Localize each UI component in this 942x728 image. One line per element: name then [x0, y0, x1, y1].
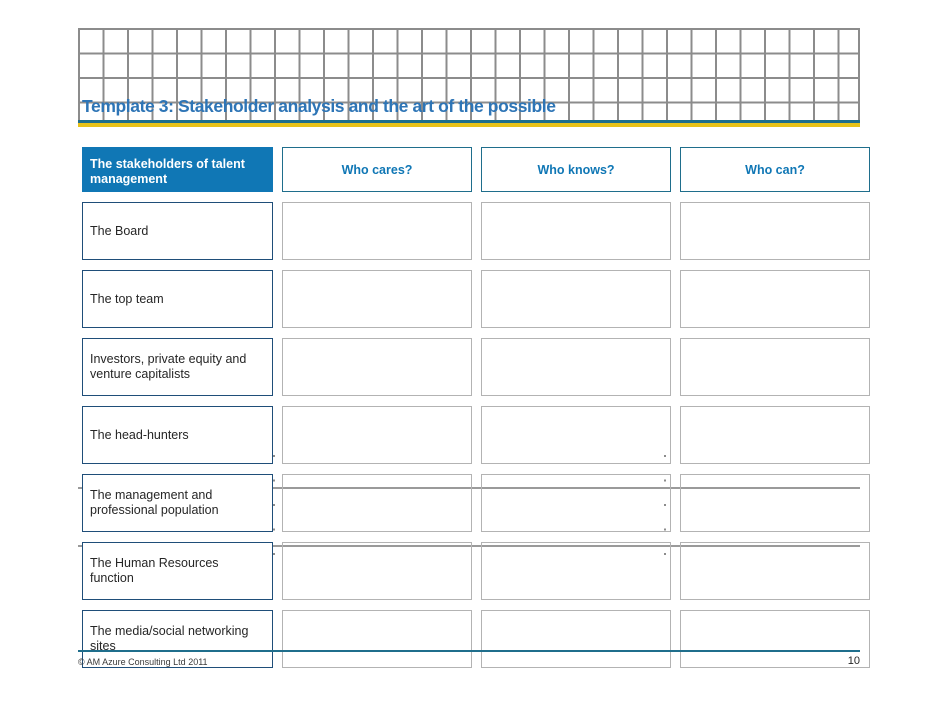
table-row: The Human Resources function: [82, 542, 870, 600]
cell-investors-who-cares[interactable]: [282, 338, 472, 396]
cell-the-board-who-cares[interactable]: [282, 202, 472, 260]
cell-management-population-who-knows[interactable]: [481, 474, 671, 532]
column-header-who-can: Who can?: [680, 147, 870, 192]
footer-page-number: 10: [847, 655, 860, 667]
matrix-header-row: The stakeholders of talent management Wh…: [82, 147, 870, 192]
table-row: The management and professional populati…: [82, 474, 870, 532]
cell-investors-who-knows[interactable]: [481, 338, 671, 396]
row-label-investors: Investors, private equity and venture ca…: [82, 338, 273, 396]
cell-the-top-team-who-cares[interactable]: [282, 270, 472, 328]
footer-divider: [78, 650, 860, 652]
row-label-hr-function: The Human Resources function: [82, 542, 273, 600]
cell-the-top-team-who-can[interactable]: [680, 270, 870, 328]
table-row: The Board: [82, 202, 870, 260]
stakeholder-matrix: The stakeholders of talent management Wh…: [82, 147, 870, 678]
cell-the-head-hunters-who-can[interactable]: [680, 406, 870, 464]
cell-the-head-hunters-who-cares[interactable]: [282, 406, 472, 464]
cell-management-population-who-can[interactable]: [680, 474, 870, 532]
row-label-the-board: The Board: [82, 202, 273, 260]
cell-the-board-who-knows[interactable]: [481, 202, 671, 260]
cell-management-population-who-cares[interactable]: [282, 474, 472, 532]
row-label-the-top-team: The top team: [82, 270, 273, 328]
cell-the-head-hunters-who-knows[interactable]: [481, 406, 671, 464]
row-label-the-head-hunters: The head-hunters: [82, 406, 273, 464]
page-title: Template 3: Stakeholder analysis and the…: [82, 96, 556, 116]
cell-investors-who-can[interactable]: [680, 338, 870, 396]
row-label-management-population: The management and professional populati…: [82, 474, 273, 532]
cell-hr-function-who-cares[interactable]: [282, 542, 472, 600]
title-rule-gold: [78, 123, 860, 127]
table-row: The top team: [82, 270, 870, 328]
column-header-who-cares: Who cares?: [282, 147, 472, 192]
matrix-corner-header: The stakeholders of talent management: [82, 147, 273, 192]
cell-the-top-team-who-knows[interactable]: [481, 270, 671, 328]
table-row: Investors, private equity and venture ca…: [82, 338, 870, 396]
slide-canvas: Template 3: Stakeholder analysis and the…: [0, 0, 942, 728]
cell-hr-function-who-can[interactable]: [680, 542, 870, 600]
cell-the-board-who-can[interactable]: [680, 202, 870, 260]
column-header-who-knows: Who knows?: [481, 147, 671, 192]
cell-hr-function-who-knows[interactable]: [481, 542, 671, 600]
table-row: The head-hunters: [82, 406, 870, 464]
